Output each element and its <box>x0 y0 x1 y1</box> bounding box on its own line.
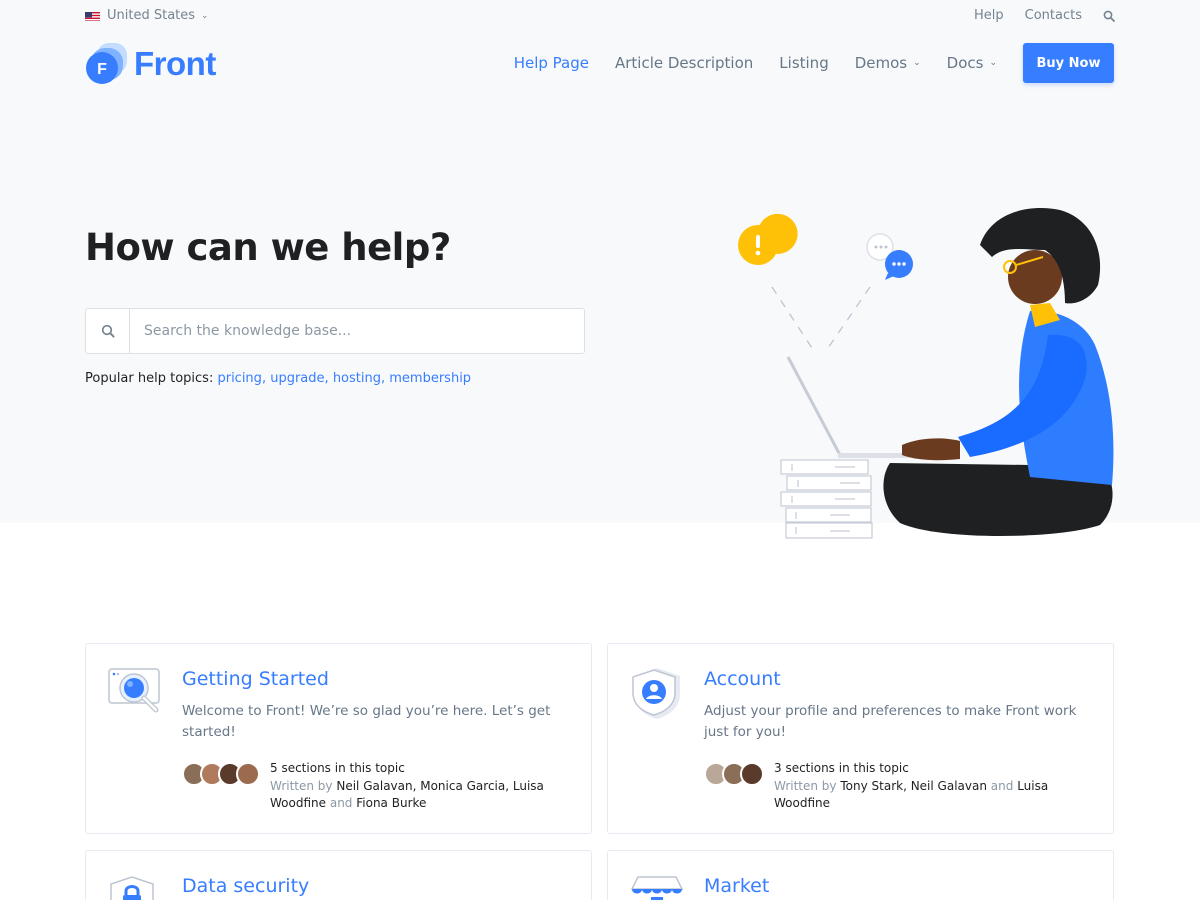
topic-card-getting-started[interactable]: Getting Started Welcome to Front! We’re … <box>85 643 592 834</box>
user-shield-icon <box>630 666 684 720</box>
written-by-label: Written by <box>774 778 837 793</box>
nav-article-description[interactable]: Article Description <box>615 54 753 72</box>
help-link[interactable]: Help <box>974 8 1004 23</box>
locale-selector[interactable]: United States ⌄ <box>85 8 209 23</box>
search-icon <box>101 324 115 338</box>
nav-demos[interactable]: Demos ⌄ <box>855 54 921 72</box>
chevron-down-icon: ⌄ <box>913 58 921 68</box>
top-links: Help Contacts <box>953 8 1115 23</box>
avatar <box>740 762 764 786</box>
nav-label: Docs <box>946 54 984 72</box>
and-label: and <box>990 778 1014 793</box>
search-icon[interactable] <box>1103 10 1115 22</box>
person-illustration <box>883 208 1114 536</box>
logo-letter: F <box>97 61 107 78</box>
hero-illustration <box>730 205 1130 545</box>
topic-link-upgrade[interactable]: upgrade <box>270 371 324 386</box>
sections-count: 5 sections in this topic <box>270 761 405 775</box>
popular-topics: Popular help topics: pricing, upgrade, h… <box>85 371 472 386</box>
nav-docs[interactable]: Docs ⌄ <box>947 54 997 72</box>
card-meta-text: 3 sections in this topic Written by Tony… <box>774 760 1064 813</box>
card-meta: 5 sections in this topic Written by Neil… <box>182 760 550 813</box>
card-title: Data security <box>182 875 310 897</box>
author-avatars <box>704 762 764 813</box>
chevron-down-icon: ⌄ <box>201 10 209 21</box>
contacts-link[interactable]: Contacts <box>1025 8 1082 23</box>
brand-logo[interactable]: F Front <box>85 43 216 85</box>
nav-label: Demos <box>854 54 908 72</box>
page-title: How can we help? <box>85 226 451 269</box>
topic-card-account[interactable]: Account Adjust your profile and preferen… <box>607 643 1114 834</box>
store-icon <box>630 873 684 900</box>
sections-count: 3 sections in this topic <box>774 761 909 775</box>
chevron-down-icon: ⌄ <box>989 58 997 68</box>
card-meta-text: 5 sections in this topic Written by Neil… <box>270 760 550 813</box>
and-label: and <box>329 796 353 810</box>
alert-bubble-icon <box>738 213 798 265</box>
nav-listing[interactable]: Listing <box>779 54 828 72</box>
topic-link-membership[interactable]: membership <box>389 371 471 386</box>
us-flag-icon <box>85 11 100 21</box>
chat-bubble-icon <box>866 233 913 280</box>
topic-link-pricing[interactable]: pricing <box>217 371 261 386</box>
locale-label: United States <box>107 8 196 23</box>
front-logo-icon: F <box>85 43 127 85</box>
book-stack-icon <box>780 459 873 539</box>
nav-help-page[interactable]: Help Page <box>514 54 589 72</box>
laptop-icon <box>786 356 910 458</box>
nav-label: Article Description <box>614 54 754 72</box>
search-input[interactable] <box>130 309 584 353</box>
card-meta: 3 sections in this topic Written by Tony… <box>704 760 1064 813</box>
topic-card-market[interactable]: Market <box>607 850 1114 900</box>
authors: Tony Stark, Neil Galavan <box>840 778 987 793</box>
main-nav: Help Page Article Description Listing De… <box>488 43 1114 83</box>
lock-shield-icon <box>108 873 162 900</box>
buy-now-button[interactable]: Buy Now <box>1023 43 1114 83</box>
magnifier-card-icon <box>108 666 162 720</box>
card-description: Welcome to Front! We’re so glad you’re h… <box>182 703 551 740</box>
search-button[interactable] <box>86 309 130 353</box>
card-title: Market <box>704 875 770 897</box>
author-avatars <box>182 762 260 813</box>
authors-last: Fiona Burke <box>356 796 427 810</box>
topbar: United States ⌄ Help Contacts <box>85 8 1115 28</box>
nav-label: Listing <box>779 54 829 72</box>
topic-link-hosting[interactable]: hosting <box>333 371 381 386</box>
nav-label: Help Page <box>513 54 589 72</box>
topic-card-data-security[interactable]: Data security <box>85 850 592 900</box>
popular-label: Popular help topics: <box>85 371 214 386</box>
card-title: Account <box>704 668 781 690</box>
written-by-label: Written by <box>270 778 333 793</box>
knowledge-search <box>85 308 585 354</box>
brand-name: Front <box>134 45 216 82</box>
card-description: Adjust your profile and preferences to m… <box>704 703 1077 740</box>
avatar <box>236 762 260 786</box>
card-title: Getting Started <box>182 668 329 690</box>
